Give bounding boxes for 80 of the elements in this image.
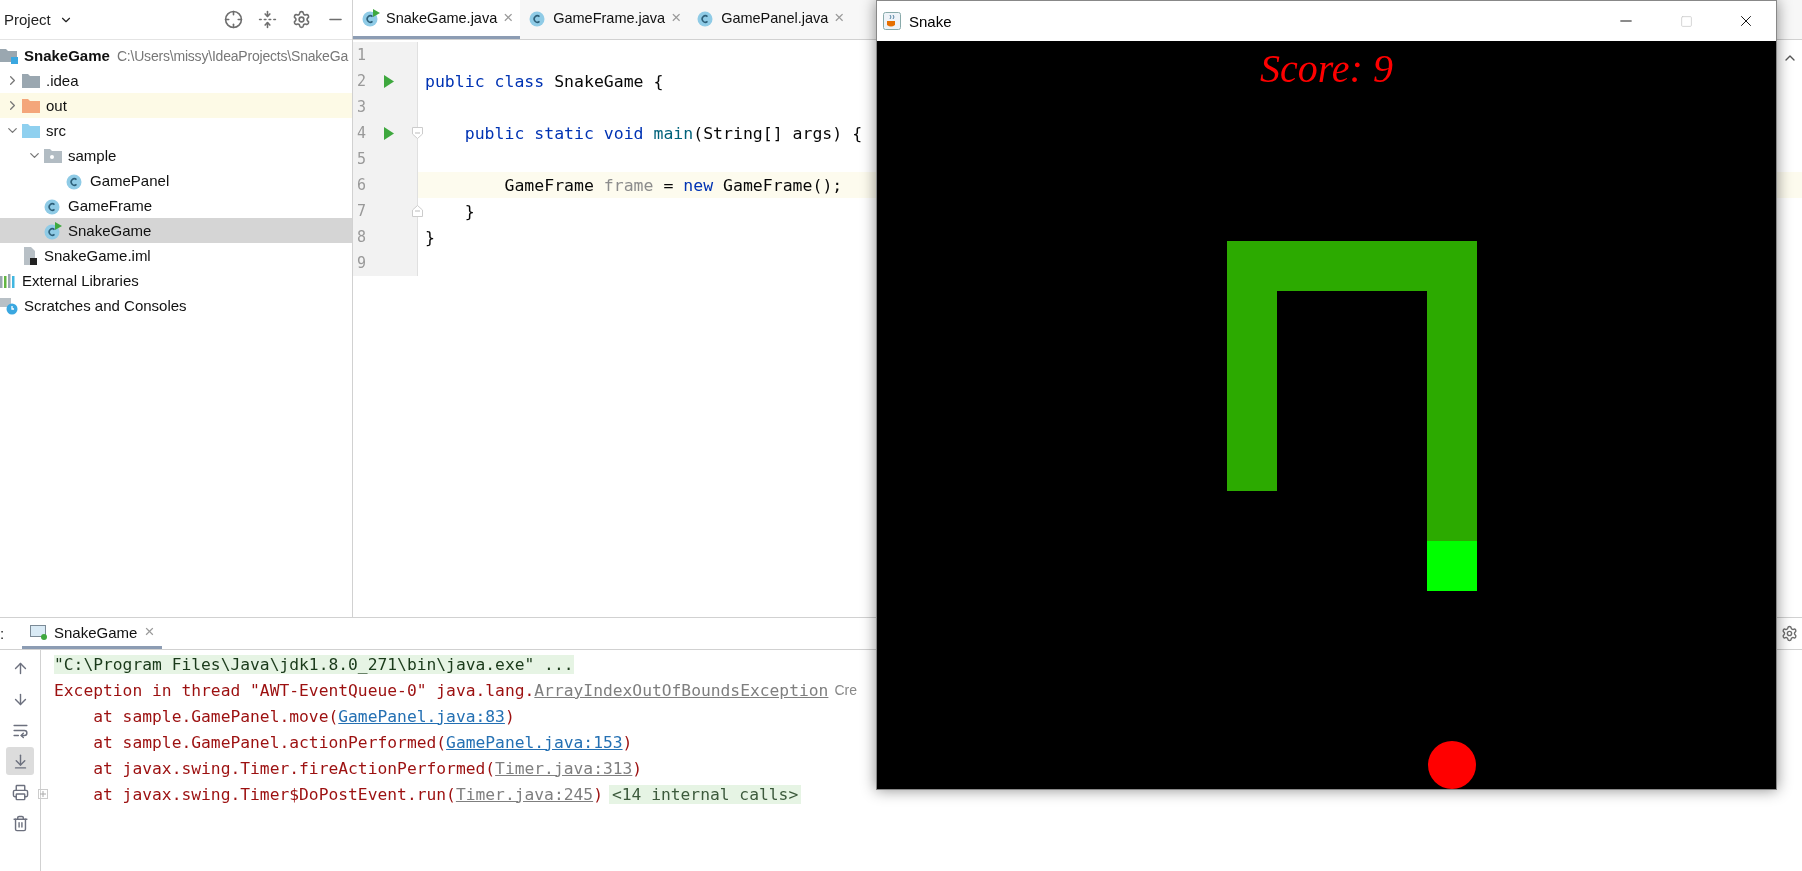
package-icon [44, 148, 62, 163]
code-line: } [463, 201, 475, 221]
tree-item[interactable]: sample [0, 143, 352, 168]
hint-text: Cre [834, 682, 857, 698]
error-text: ) [632, 758, 643, 778]
settings-icon[interactable] [1781, 625, 1798, 642]
source-link[interactable]: GamePanel.java:83 [338, 706, 505, 726]
error-text: at javax.swing.Timer$DoPostEvent.run( [92, 784, 456, 804]
item-name: src [46, 122, 66, 139]
source-link[interactable]: GamePanel.java:153 [446, 732, 623, 752]
fold-marker-icon[interactable] [412, 127, 423, 139]
java-cup-icon [883, 12, 901, 30]
tree-item[interactable]: GameFrame [0, 193, 352, 218]
code-line: GameFrame frame = new GameFrame(); [503, 175, 843, 195]
line-number: 4 [356, 124, 368, 142]
runnable-class-icon [44, 221, 62, 240]
item-name: SnakeGame [24, 47, 110, 64]
folder-icon [22, 98, 40, 113]
line-number: 8 [356, 228, 368, 246]
error-text: ) [622, 732, 633, 752]
error-text: ) [593, 784, 603, 804]
tree-item[interactable]: SnakeGame [0, 218, 352, 243]
tree-item[interactable]: External Libraries [0, 268, 352, 293]
error-text: at sample.GamePanel.actionPerformed( [92, 732, 447, 752]
item-name: External Libraries [22, 272, 139, 289]
editor-tab[interactable]: GameFrame.java × [520, 0, 689, 39]
tree-item[interactable]: src [0, 118, 352, 143]
tree-item[interactable]: GamePanel [0, 168, 352, 193]
panel-title[interactable]: Project [4, 11, 73, 28]
run-icon[interactable] [383, 126, 395, 140]
tree-item[interactable]: .idea [0, 68, 352, 93]
folded-calls[interactable]: <14 internal calls> [608, 784, 802, 804]
error-text: at javax.swing.Timer.fireActionPerformed( [92, 758, 496, 778]
window-title: Snake [909, 12, 952, 30]
tree-item[interactable]: SnakeGame C:\Users\missy\IdeaProjects\SnakeGa [0, 43, 352, 68]
code-line: } [424, 227, 435, 247]
source-link[interactable]: Timer.java:313 [495, 758, 633, 778]
editor-tab[interactable]: SnakeGame.java × [353, 0, 521, 39]
source-link[interactable]: Timer.java:245 [455, 784, 594, 804]
line-number: 9 [356, 254, 368, 272]
line-number: 1 [356, 46, 368, 64]
error-text: at sample.GamePanel.move( [92, 706, 339, 726]
item-name: Scratches and Consoles [24, 297, 187, 314]
line-number: 7 [356, 202, 368, 220]
tree-item[interactable]: out [0, 93, 352, 118]
folder-icon [22, 73, 40, 88]
line-number: 5 [356, 150, 368, 168]
module-folder-icon [0, 47, 18, 64]
collapse-icon[interactable] [256, 8, 278, 31]
run-icon[interactable] [383, 74, 395, 88]
runnable-class-icon [362, 9, 380, 27]
item-name: SnakeGame [68, 222, 152, 239]
tree-item[interactable]: SnakeGame.iml [0, 243, 352, 268]
source-link[interactable]: ArrayIndexOutOfBoundsException [534, 680, 829, 700]
item-name: .idea [46, 72, 79, 89]
item-name: sample [68, 147, 117, 164]
editor-tab[interactable]: GamePanel.java × [688, 0, 852, 39]
folder-icon [22, 123, 40, 138]
line-number: 3 [356, 98, 368, 116]
line-number: 6 [356, 176, 368, 194]
error-text: Exception in thread "AWT-EventQueue-0" java.lang. [54, 680, 535, 700]
scratches-icon [0, 296, 18, 315]
code-line: public class SnakeGame { [424, 71, 664, 91]
item-name: out [46, 97, 67, 114]
tree-item[interactable]: Scratches and Consoles [0, 293, 352, 318]
item-name: GameFrame [68, 197, 153, 214]
item-name: SnakeGame.iml [44, 247, 151, 264]
locate-icon[interactable] [222, 8, 244, 31]
file-icon [22, 246, 38, 265]
line-number: 2 [356, 72, 368, 90]
item-path: C:\Users\missy\IdeaProjects\SnakeGa [116, 47, 348, 64]
item-name: GamePanel [90, 172, 170, 189]
library-icon [0, 272, 16, 289]
fold-marker-icon[interactable] [412, 205, 423, 217]
panel-label: : [0, 625, 6, 642]
scroll-to-end-icon[interactable] [6, 747, 34, 775]
code-line: public static void main(String[] args) { [463, 123, 863, 143]
score-text: Score: 9 [1259, 45, 1394, 92]
console-icon [30, 624, 47, 640]
error-text: ) [504, 706, 515, 726]
